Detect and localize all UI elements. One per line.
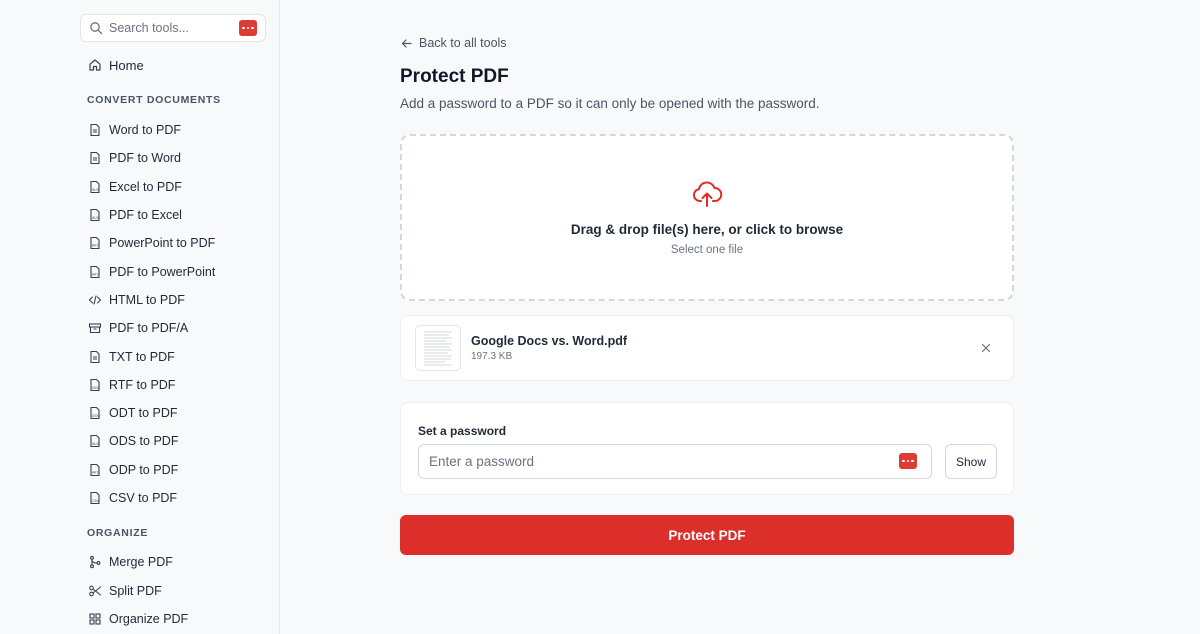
password-manager-icon[interactable] bbox=[899, 453, 917, 469]
file-xls-icon: XLS bbox=[88, 434, 102, 448]
grid-icon bbox=[88, 612, 102, 626]
archive-icon bbox=[88, 321, 102, 335]
sidebar-item-pdf-to-excel[interactable]: XLS PDF to Excel bbox=[80, 201, 265, 229]
sidebar-item-word-to-pdf[interactable]: Word to PDF bbox=[80, 116, 265, 144]
sidebar-item-rtf-to-pdf[interactable]: DOC RTF to PDF bbox=[80, 371, 265, 399]
cloud-upload-icon bbox=[691, 178, 723, 210]
sidebar-item-label: RTF to PDF bbox=[109, 377, 176, 392]
back-link-label: Back to all tools bbox=[419, 36, 507, 50]
sidebar-item-label: ODS to PDF bbox=[109, 434, 179, 449]
sidebar-item-txt-to-pdf[interactable]: TXT to PDF bbox=[80, 342, 265, 370]
password-card: Set a password Show bbox=[400, 402, 1014, 495]
sidebar-item-label: PDF to PDF/A bbox=[109, 321, 189, 336]
file-name: Google Docs vs. Word.pdf bbox=[471, 334, 628, 348]
sidebar-item-label: Word to PDF bbox=[109, 123, 182, 138]
search-box[interactable]: Search tools... bbox=[80, 14, 266, 42]
sidebar-item-label: Excel to PDF bbox=[109, 179, 182, 194]
merge-icon bbox=[88, 555, 102, 569]
file-thumbnail bbox=[415, 325, 461, 371]
sidebar-item-pdf-to-pdfa[interactable]: PDF to PDF/A bbox=[80, 314, 265, 342]
sidebar-item-home[interactable]: Home bbox=[80, 56, 265, 74]
sidebar-item-odt-to-pdf[interactable]: DOC ODT to PDF bbox=[80, 399, 265, 427]
page-subtitle: Add a password to a PDF so it can only b… bbox=[400, 96, 820, 111]
sidebar-item-label: PDF to PowerPoint bbox=[109, 264, 216, 279]
svg-text:DOC: DOC bbox=[92, 414, 100, 418]
organize-list: Merge PDF Split PDF Organize PDF bbox=[80, 548, 265, 633]
dropzone-hint: Select one file bbox=[670, 244, 744, 256]
remove-file-button[interactable] bbox=[977, 339, 995, 357]
home-icon bbox=[88, 58, 102, 72]
file-doc-icon: DOC bbox=[88, 406, 102, 420]
sidebar-item-merge-pdf[interactable]: Merge PDF bbox=[80, 548, 265, 576]
dropzone-title: Drag & drop file(s) here, or click to br… bbox=[570, 222, 844, 237]
file-text-icon bbox=[88, 123, 102, 137]
page-title: Protect PDF bbox=[400, 66, 509, 87]
section-title-convert: CONVERT DOCUMENTS bbox=[87, 94, 221, 106]
show-password-button[interactable]: Show bbox=[945, 444, 997, 479]
file-xls-icon: XLS bbox=[88, 208, 102, 222]
protect-pdf-button[interactable]: Protect PDF bbox=[400, 515, 1014, 555]
file-ppt-icon: PPT bbox=[88, 463, 102, 477]
sidebar-item-label: Split PDF bbox=[109, 583, 162, 598]
sidebar-item-label: Merge PDF bbox=[109, 555, 173, 570]
scissors-icon bbox=[88, 584, 102, 598]
password-input[interactable] bbox=[418, 444, 932, 479]
search-input[interactable]: Search tools... bbox=[109, 21, 239, 35]
sidebar-item-label: CSV to PDF bbox=[109, 491, 178, 505]
file-xls-icon: XLS bbox=[88, 180, 102, 194]
file-text-icon bbox=[88, 151, 102, 165]
sidebar-item-pdf-to-powerpoint[interactable]: PPT PDF to PowerPoint bbox=[80, 257, 265, 285]
sidebar-item-split-pdf[interactable]: Split PDF bbox=[80, 576, 265, 604]
sidebar-item-organize-pdf[interactable]: Organize PDF bbox=[80, 605, 265, 633]
file-info: Google Docs vs. Word.pdf 197.3 KB bbox=[471, 334, 977, 362]
sidebar-item-pdf-to-word[interactable]: PDF to Word bbox=[80, 144, 265, 172]
file-dropzone[interactable]: Drag & drop file(s) here, or click to br… bbox=[400, 134, 1014, 301]
svg-text:PPT: PPT bbox=[92, 244, 99, 248]
sidebar-item-odp-to-pdf[interactable]: PPT ODP to PDF bbox=[80, 456, 265, 484]
sidebar-item-label: PDF to Excel bbox=[109, 208, 182, 223]
svg-text:DOC: DOC bbox=[92, 386, 100, 390]
file-ppt-icon: PPT bbox=[88, 265, 102, 279]
password-label: Set a password bbox=[418, 424, 507, 438]
sidebar-item-excel-to-pdf[interactable]: XLS Excel to PDF bbox=[80, 173, 265, 201]
file-doc-icon: DOC bbox=[88, 378, 102, 392]
sidebar: Search tools... Home CONVERT DOCUMENTS W… bbox=[0, 0, 280, 634]
svg-text:XLS: XLS bbox=[92, 216, 99, 220]
password-manager-icon[interactable] bbox=[239, 20, 257, 36]
file-csv-icon: CSV bbox=[88, 491, 102, 505]
sidebar-item-label: HTML to PDF bbox=[109, 292, 185, 307]
svg-text:XLS: XLS bbox=[92, 188, 99, 192]
section-title-organize: ORGANIZE bbox=[87, 527, 149, 540]
sidebar-item-label: ODP to PDF bbox=[109, 462, 179, 477]
svg-text:PPT: PPT bbox=[92, 273, 99, 277]
svg-text:XLS: XLS bbox=[92, 442, 99, 446]
sidebar-item-label: PowerPoint to PDF bbox=[109, 236, 216, 251]
back-to-all-tools-link[interactable]: Back to all tools bbox=[400, 35, 507, 51]
sidebar-item-label: TXT to PDF bbox=[109, 349, 175, 364]
sidebar-item-label: PDF to Word bbox=[109, 151, 182, 166]
file-size: 197.3 KB bbox=[471, 351, 513, 362]
sidebar-item-label: Home bbox=[109, 57, 144, 73]
sidebar-item-label: Organize PDF bbox=[109, 611, 189, 626]
sidebar-item-label: ODT to PDF bbox=[109, 406, 178, 421]
close-icon bbox=[981, 343, 991, 353]
selected-file-card: Google Docs vs. Word.pdf 197.3 KB bbox=[400, 315, 1014, 381]
code-icon bbox=[88, 293, 102, 307]
svg-text:PPT: PPT bbox=[92, 471, 99, 475]
file-text-icon bbox=[88, 350, 102, 364]
sidebar-item-html-to-pdf[interactable]: HTML to PDF bbox=[80, 286, 265, 314]
arrow-left-icon bbox=[400, 37, 413, 50]
svg-text:CSV: CSV bbox=[92, 499, 100, 503]
search-icon bbox=[89, 21, 103, 35]
sidebar-item-powerpoint-to-pdf[interactable]: PPT PowerPoint to PDF bbox=[80, 229, 265, 257]
convert-documents-list: Word to PDF PDF to Word XLS Excel to PDF… bbox=[80, 116, 265, 512]
file-ppt-icon: PPT bbox=[88, 236, 102, 250]
sidebar-item-csv-to-pdf[interactable]: CSV CSV to PDF bbox=[80, 484, 265, 512]
sidebar-item-ods-to-pdf[interactable]: XLS ODS to PDF bbox=[80, 427, 265, 455]
